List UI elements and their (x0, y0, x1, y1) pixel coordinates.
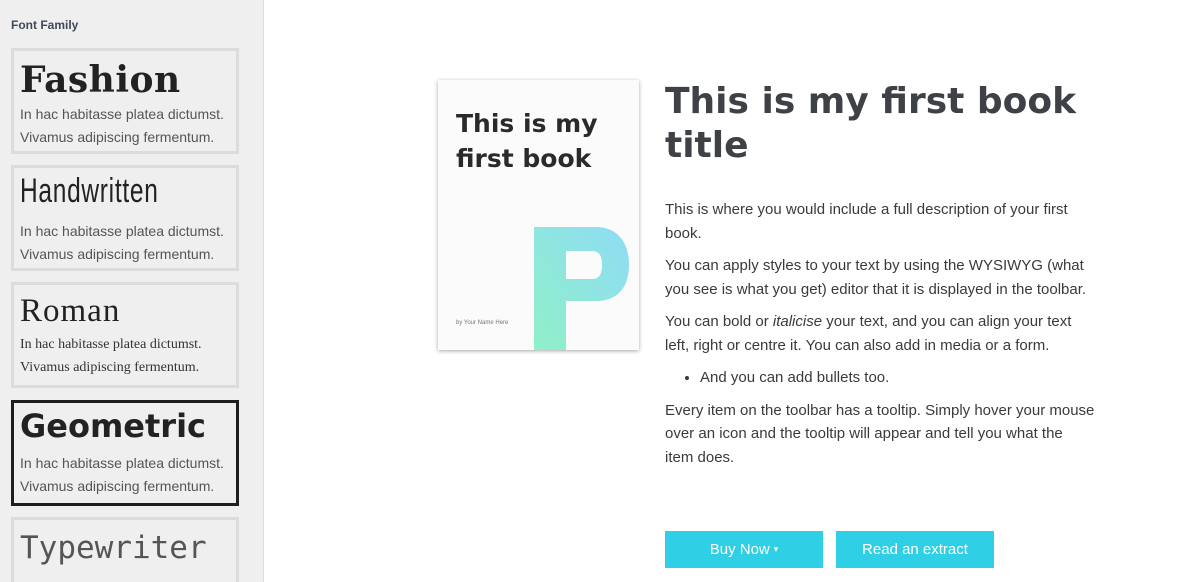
buy-now-button[interactable]: Buy Now ▾ (665, 531, 823, 568)
font-card-name: Typewriter (20, 530, 207, 566)
font-card-sample-line2: Vivamus adipiscing fermentum. (20, 129, 215, 145)
description-paragraph: You can apply styles to your text by usi… (665, 257, 1087, 298)
font-card-sample-line2: Vivamus adipiscing fermentum. (20, 360, 200, 375)
description-paragraph: This is where you would include a full d… (665, 201, 1068, 242)
font-card-handwritten[interactable]: Handwritten In hac habitasse platea dict… (11, 165, 239, 271)
chevron-down-icon: ▾ (773, 544, 779, 554)
font-family-sidebar: Font Family Fashion In hac habitasse pla… (0, 0, 264, 582)
italic-text: italicise (772, 313, 823, 330)
font-card-name: Geometric (20, 407, 207, 445)
cover-author: by Your Name Here (456, 320, 509, 326)
font-card-sample-line1: In hac habitasse platea dictumst. (20, 337, 202, 352)
font-card-sample-line1: In hac habitasse platea dictumst. (20, 223, 224, 239)
text-segment: You can bold or (665, 313, 773, 330)
bullet-item: And you can add bullets too. (700, 366, 1095, 390)
font-card-sample-line1: In hac habitasse platea dictumst. (20, 455, 224, 471)
description-paragraph: You can bold or italicise your text, and… (665, 310, 1095, 357)
book-cover: This is my first book by Your Name Here (438, 80, 639, 350)
font-card-sample-line2: Vivamus adipiscing fermentum. (20, 478, 215, 494)
font-card-roman[interactable]: Roman In hac habitasse platea dictumst. … (11, 282, 239, 388)
font-card-name: Fashion (20, 59, 181, 101)
font-card-typewriter[interactable]: Typewriter (11, 517, 239, 582)
font-card-name: Roman (20, 293, 121, 329)
font-card-name: Handwritten (20, 172, 159, 210)
book-title: This is my first book title (665, 81, 1077, 166)
buy-now-label: Buy Now (709, 541, 770, 558)
f-logo-icon (534, 227, 629, 350)
description-paragraph: Every item on the toolbar has a tooltip.… (665, 401, 1095, 466)
font-card-sample-line1: In hac habitasse platea dictumst. (20, 106, 224, 122)
cover-title: This is my first book (456, 109, 598, 173)
book-description: This is where you would include a full d… (665, 198, 1095, 478)
font-card-geometric[interactable]: Geometric In hac habitasse platea dictum… (11, 400, 239, 506)
font-card-sample-line2: Vivamus adipiscing fermentum. (20, 246, 215, 262)
sidebar-title: Font Family (11, 18, 79, 32)
read-extract-button[interactable]: Read an extract (836, 531, 994, 568)
bullet-list: And you can add bullets too. (665, 366, 1095, 390)
font-card-fashion[interactable]: Fashion In hac habitasse platea dictumst… (11, 48, 239, 154)
read-extract-label: Read an extract (862, 541, 968, 558)
